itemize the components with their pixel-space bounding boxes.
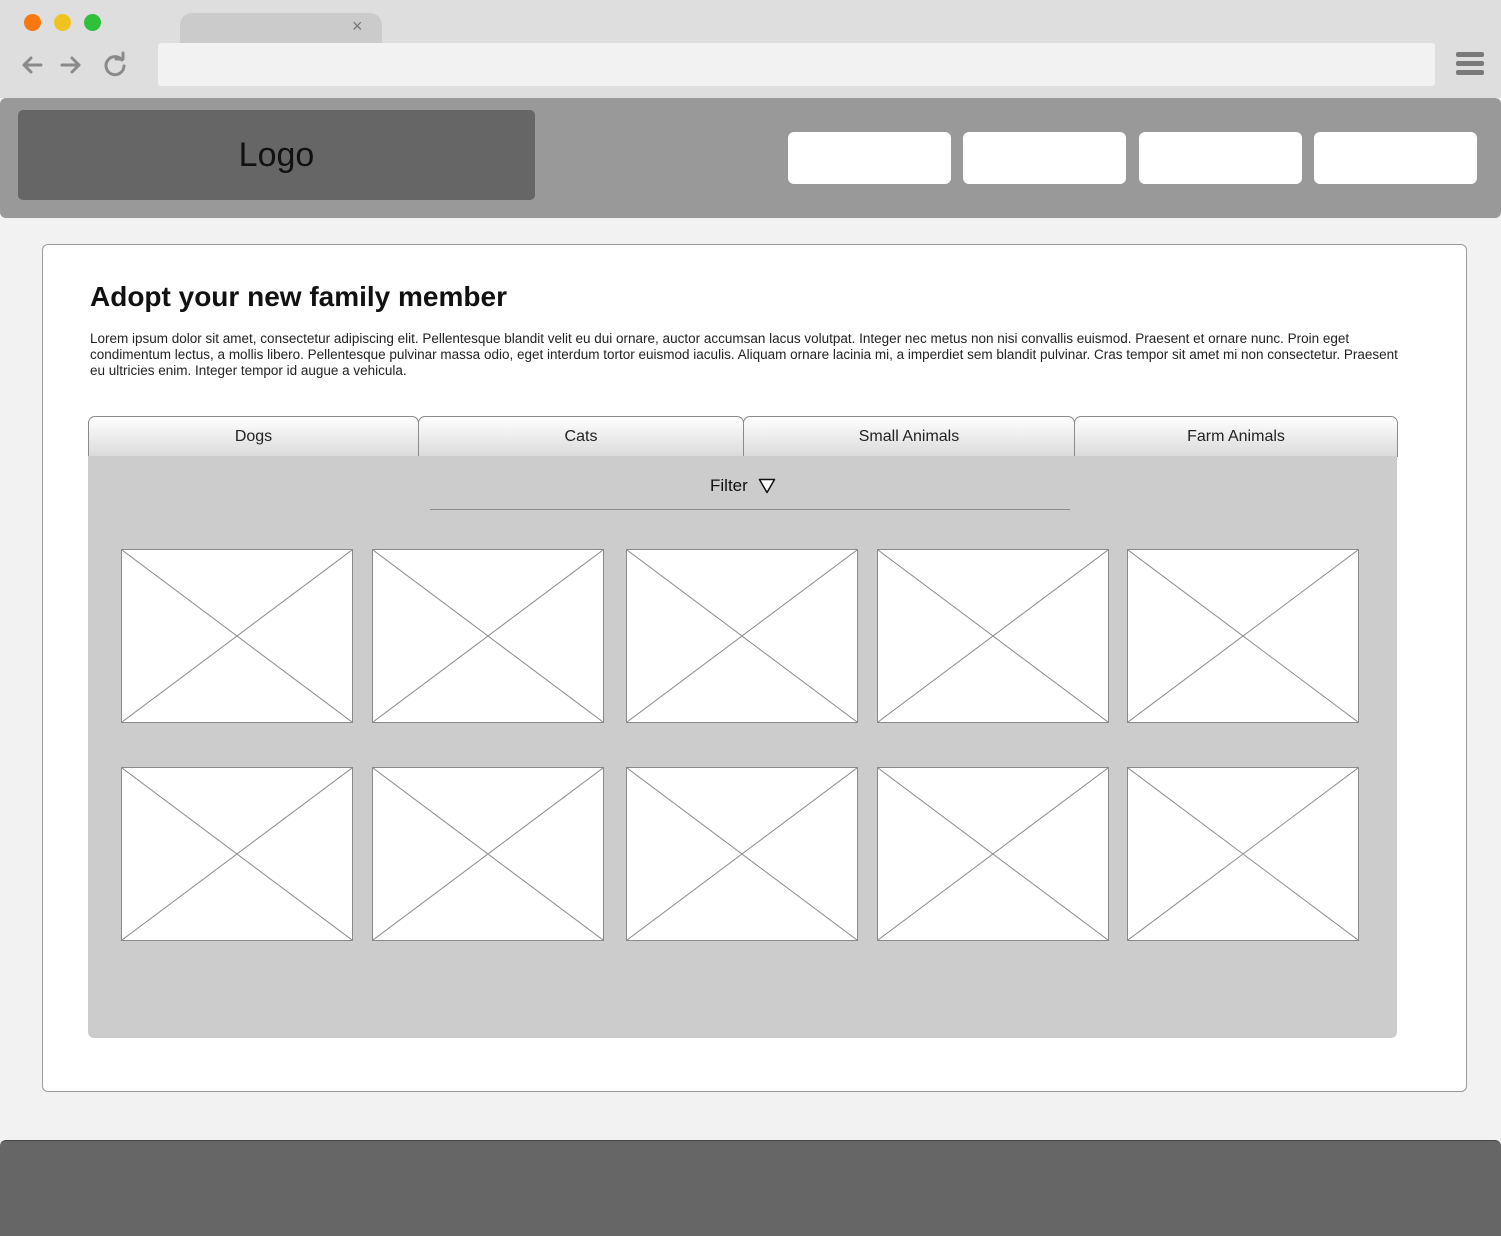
image-placeholder-icon — [122, 550, 352, 722]
intro-text: Lorem ipsum dolor sit amet, consectetur … — [90, 331, 1398, 378]
image-placeholder-icon — [878, 550, 1108, 722]
nav-button-4[interactable] — [1314, 132, 1477, 184]
image-placeholder[interactable] — [372, 767, 604, 941]
hamburger-menu-icon[interactable] — [1455, 49, 1485, 79]
minimize-window-button[interactable] — [54, 14, 71, 31]
tab-farm-animals[interactable]: Farm Animals — [1074, 416, 1398, 457]
tab-close-icon[interactable]: × — [352, 16, 363, 36]
back-arrow-icon[interactable] — [17, 50, 47, 80]
reload-icon[interactable] — [100, 50, 130, 80]
tab-dogs[interactable]: Dogs — [88, 416, 419, 457]
maximize-window-button[interactable] — [84, 14, 101, 31]
nav-button-1[interactable] — [788, 132, 951, 184]
image-placeholder[interactable] — [877, 767, 1109, 941]
image-placeholder-icon — [878, 768, 1108, 940]
image-placeholder[interactable] — [121, 767, 353, 941]
filter-label: Filter — [710, 476, 748, 495]
image-placeholder-icon — [627, 768, 857, 940]
address-bar[interactable] — [158, 43, 1435, 86]
page-title: Adopt your new family member — [90, 281, 507, 312]
image-placeholder-icon — [373, 550, 603, 722]
triangle-down-icon — [758, 478, 776, 494]
site-header: Logo — [0, 98, 1501, 218]
forward-arrow-icon[interactable] — [56, 50, 86, 80]
image-placeholder[interactable] — [626, 767, 858, 941]
image-placeholder-icon — [1128, 550, 1358, 722]
image-placeholder[interactable] — [372, 549, 604, 723]
image-placeholder[interactable] — [1127, 549, 1359, 723]
tab-panel: Filter — [88, 456, 1397, 1038]
site-footer — [0, 1140, 1501, 1236]
image-placeholder-icon — [122, 768, 352, 940]
nav-button-3[interactable] — [1139, 132, 1302, 184]
nav-button-2[interactable] — [963, 132, 1126, 184]
image-placeholder-icon — [373, 768, 603, 940]
image-placeholder[interactable] — [1127, 767, 1359, 941]
image-placeholder[interactable] — [626, 549, 858, 723]
logo[interactable]: Logo — [18, 110, 535, 200]
tab-small-animals[interactable]: Small Animals — [743, 416, 1075, 457]
filter-divider — [430, 509, 1070, 510]
browser-chrome: × — [0, 0, 1501, 98]
image-placeholder-icon — [627, 550, 857, 722]
image-placeholder[interactable] — [121, 549, 353, 723]
animal-tabs: Dogs Cats Small Animals Farm Animals — [88, 416, 1398, 457]
image-placeholder[interactable] — [877, 549, 1109, 723]
content-card: Adopt your new family member Lorem ipsum… — [42, 244, 1467, 1092]
close-window-button[interactable] — [24, 14, 41, 31]
filter-dropdown[interactable]: Filter — [710, 476, 776, 496]
tab-cats[interactable]: Cats — [418, 416, 744, 457]
image-placeholder-icon — [1128, 768, 1358, 940]
